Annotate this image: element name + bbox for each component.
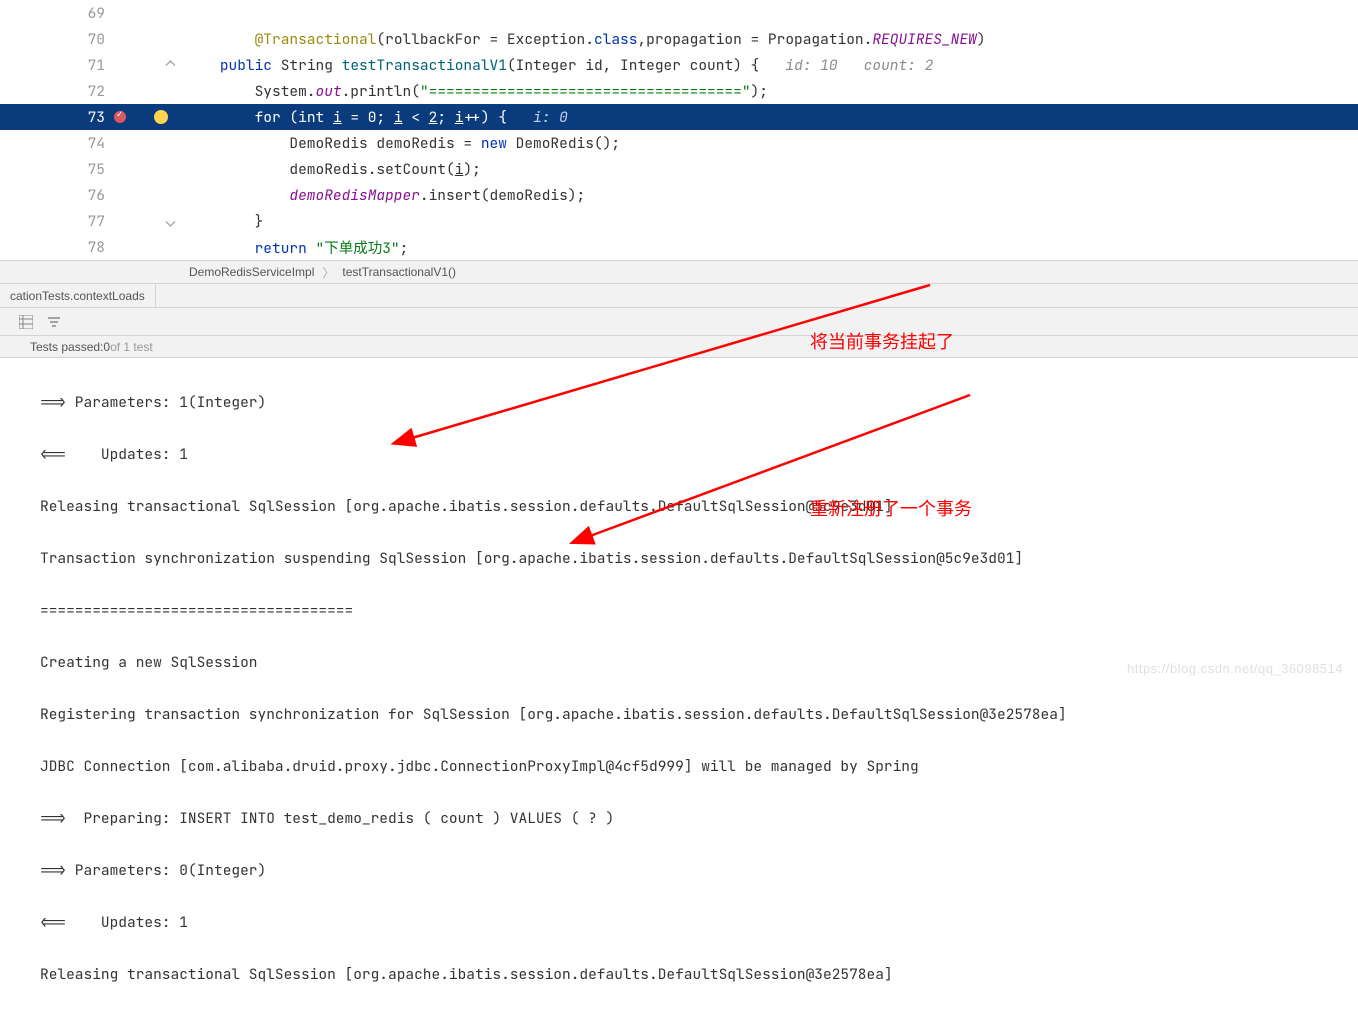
gutter[interactable] <box>110 110 185 124</box>
code-line[interactable]: 75 demoRedis.setCount(i); <box>0 156 1358 182</box>
breadcrumb: DemoRedisServiceImpl 〉 testTransactional… <box>0 260 1358 284</box>
code-line[interactable]: 76 demoRedisMapper.insert(demoRedis); <box>0 182 1358 208</box>
console-line: Registering transaction synchronization … <box>40 702 1358 728</box>
breadcrumb-item[interactable]: testTransactionalV1() <box>338 265 460 279</box>
breakpoint-verified-icon[interactable] <box>114 111 126 123</box>
code-text: for (int i = 0; i < 2; i++) { i: 0 <box>185 108 1358 127</box>
tool-tab-bar: cationTests.contextLoads <box>0 284 1358 308</box>
collapse-icon[interactable] <box>165 60 176 71</box>
line-number: 74 <box>0 134 110 153</box>
console-line: ==================================== <box>40 598 1358 624</box>
code-line[interactable]: 70 @Transactional(rollbackFor = Exceptio… <box>0 26 1358 52</box>
console-line: ==> Preparing: INSERT INTO test_demo_red… <box>40 806 1358 832</box>
collapse-icon[interactable] <box>165 216 176 227</box>
console-line: ==> Parameters: 0(Integer) <box>40 858 1358 884</box>
line-number: 75 <box>0 160 110 179</box>
console-line: <== Updates: 1 <box>40 442 1358 468</box>
code-line-breakpoint-active[interactable]: 73 for (int i = 0; i < 2; i++) { i: 0 <box>0 104 1358 130</box>
console-output[interactable]: ==> Parameters: 1(Integer) <== Updates: … <box>0 358 1358 1014</box>
code-text: return "下单成功3"; <box>185 237 1358 258</box>
code-line[interactable]: 72 System.out.println("=================… <box>0 78 1358 104</box>
watermark: https://blog.csdn.net/qq_36098514 <box>1127 661 1343 676</box>
line-number: 71 <box>0 56 110 75</box>
code-text: @Transactional(rollbackFor = Exception.c… <box>185 30 1358 49</box>
code-line[interactable]: 69 <box>0 0 1358 26</box>
code-text: demoRedis.setCount(i); <box>185 160 1358 179</box>
console-line: Releasing transactional SqlSession [org.… <box>40 494 1358 520</box>
console-line: JDBC Connection [com.alibaba.druid.proxy… <box>40 754 1358 780</box>
breadcrumb-item[interactable]: DemoRedisServiceImpl <box>185 265 318 279</box>
console-line: Transaction synchronization suspending S… <box>40 546 1358 572</box>
line-number: 69 <box>0 4 110 23</box>
tests-status-bar: Tests passed: 0 of 1 test <box>0 336 1358 358</box>
code-editor[interactable]: 69 70 @Transactional(rollbackFor = Excep… <box>0 0 1358 260</box>
console-line: Releasing transactional SqlSession [org.… <box>40 962 1358 988</box>
tests-total: of 1 test <box>110 340 153 354</box>
code-text: } <box>185 212 1358 231</box>
table-view-icon[interactable] <box>18 314 34 330</box>
breadcrumb-separator: 〉 <box>318 264 338 281</box>
line-number: 72 <box>0 82 110 101</box>
code-line[interactable]: 78 return "下单成功3"; <box>0 234 1358 260</box>
code-line[interactable]: 74 DemoRedis demoRedis = new DemoRedis()… <box>0 130 1358 156</box>
code-line[interactable]: 71 public String testTransactionalV1(Int… <box>0 52 1358 78</box>
console-line: <== Updates: 1 <box>40 910 1358 936</box>
tests-passed-count: 0 <box>103 340 110 354</box>
code-text: demoRedisMapper.insert(demoRedis); <box>185 186 1358 205</box>
filter-icon[interactable] <box>46 314 62 330</box>
annotation-label-2: 重新注册了一个事务 <box>810 495 972 521</box>
line-number: 76 <box>0 186 110 205</box>
line-number: 78 <box>0 238 110 257</box>
code-text: System.out.println("====================… <box>185 82 1358 101</box>
line-number: 70 <box>0 30 110 49</box>
line-number: 77 <box>0 212 110 231</box>
tests-passed-label: Tests passed: <box>30 340 103 354</box>
code-line[interactable]: 77 } <box>0 208 1358 234</box>
code-text: public String testTransactionalV1(Intege… <box>185 56 1358 75</box>
line-number: 73 <box>0 108 110 127</box>
run-config-tab[interactable]: cationTests.contextLoads <box>0 284 156 308</box>
intention-bulb-icon[interactable] <box>154 110 168 124</box>
annotation-label-1: 将当前事务挂起了 <box>810 328 954 354</box>
code-text: DemoRedis demoRedis = new DemoRedis(); <box>185 134 1358 153</box>
console-line: ==> Parameters: 1(Integer) <box>40 390 1358 416</box>
test-toolbar <box>0 308 1358 336</box>
